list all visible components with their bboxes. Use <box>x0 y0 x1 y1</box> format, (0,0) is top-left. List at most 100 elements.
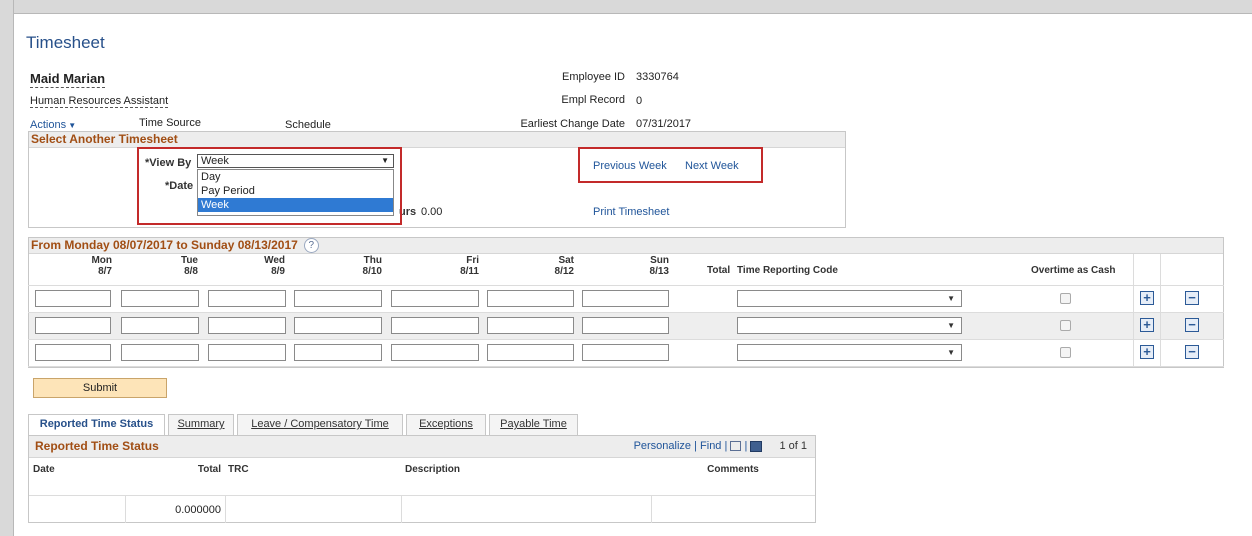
day-date: 8/12 <box>554 266 574 277</box>
day-name: Sat <box>558 255 574 266</box>
personalize-link[interactable]: Personalize <box>634 440 691 452</box>
day-name: Fri <box>466 255 479 266</box>
day-date: 8/9 <box>271 266 285 277</box>
hours-input-thu[interactable] <box>294 317 382 334</box>
col-header-date: Date <box>33 464 55 475</box>
grid-toolbar: Personalize | Find | | 1 of 1 <box>633 440 807 452</box>
hours-input-tue[interactable] <box>121 344 199 361</box>
col-header-description: Description <box>405 464 461 475</box>
day-name: Wed <box>264 255 285 266</box>
col-header-mon: Mon 8/7 <box>60 255 112 277</box>
help-icon[interactable]: ? <box>303 238 319 254</box>
week-range: From Monday 08/07/2017 to Sunday 08/13/2… <box>31 238 298 252</box>
add-row-button[interactable]: + <box>1140 318 1154 332</box>
dropdown-arrow-icon: ▼ <box>947 321 955 330</box>
col-header-total: Total <box>707 265 731 276</box>
actions-label: Actions <box>30 119 67 131</box>
view-all-icon[interactable] <box>730 441 742 452</box>
tab-summary[interactable]: Summary <box>168 414 234 435</box>
day-name: Mon <box>91 255 112 266</box>
col-header-trc: Time Reporting Code <box>737 265 838 276</box>
day-name: Sun <box>650 255 669 266</box>
delete-row-button[interactable]: − <box>1185 345 1199 359</box>
trc-select[interactable]: ▼ <box>737 317 962 334</box>
hours-input-fri[interactable] <box>391 344 479 361</box>
find-link[interactable]: Find <box>700 440 721 452</box>
tab-reported-time-status[interactable]: Reported Time Status <box>28 414 165 436</box>
hours-input-wed[interactable] <box>208 290 286 307</box>
hours-input-sat[interactable] <box>487 317 574 334</box>
hours-input-sat[interactable] <box>487 290 574 307</box>
tab-label: Exceptions <box>419 418 473 430</box>
download-icon[interactable] <box>750 440 763 452</box>
hours-input-fri[interactable] <box>391 317 479 334</box>
tab-payable-time[interactable]: Payable Time <box>489 414 578 435</box>
overtime-checkbox[interactable] <box>1060 320 1071 331</box>
hours-input-sun[interactable] <box>582 290 669 307</box>
chevron-down-icon: ▼ <box>66 121 77 130</box>
hours-input-thu[interactable] <box>294 290 382 307</box>
add-row-button[interactable]: + <box>1140 291 1154 305</box>
overtime-checkbox[interactable] <box>1060 347 1071 358</box>
select-timesheet-header: Select Another Timesheet <box>29 132 845 148</box>
page-title: Timesheet <box>26 33 105 52</box>
trc-select[interactable]: ▼ <box>737 344 962 361</box>
hours-input-sat[interactable] <box>487 344 574 361</box>
grid-divider <box>1133 254 1134 367</box>
highlight-week-nav <box>578 147 763 183</box>
grid-divider <box>651 496 652 523</box>
employee-id-value: 3330764 <box>636 71 679 83</box>
hours-input-fri[interactable] <box>391 290 479 307</box>
grid-divider <box>29 495 815 496</box>
window-frame-top <box>0 0 1252 14</box>
reported-status-grid: Reported Time Status Personalize | Find … <box>28 435 816 523</box>
col-header-total: Total <box>197 464 221 475</box>
hours-input-wed[interactable] <box>208 344 286 361</box>
delete-row-button[interactable]: − <box>1185 291 1199 305</box>
hours-input-mon[interactable] <box>35 317 111 334</box>
grid-divider <box>28 366 1224 367</box>
reported-status-header: Reported Time Status Personalize | Find … <box>29 436 815 458</box>
pagination: 1 of 1 <box>779 440 807 452</box>
grid-divider <box>401 496 402 523</box>
schedule-label: Schedule <box>285 119 331 131</box>
hours-input-mon[interactable] <box>35 344 111 361</box>
day-name: Thu <box>363 255 382 266</box>
add-row-button[interactable]: + <box>1140 345 1154 359</box>
grid-divider <box>1160 254 1161 367</box>
job-title[interactable]: Human Resources Assistant <box>30 95 169 108</box>
hours-input-mon[interactable] <box>35 290 111 307</box>
hours-input-tue[interactable] <box>121 290 199 307</box>
print-timesheet-link[interactable]: Print Timesheet <box>593 206 669 218</box>
hours-input-tue[interactable] <box>121 317 199 334</box>
col-header-wed: Wed 8/9 <box>233 255 285 277</box>
row-total: 0.000000 <box>175 504 221 516</box>
hours-input-sun[interactable] <box>582 317 669 334</box>
tab-leave-compensatory[interactable]: Leave / Compensatory Time <box>237 414 403 435</box>
tab-label: Payable Time <box>500 418 567 430</box>
day-date: 8/10 <box>362 266 382 277</box>
submit-button[interactable]: Submit <box>33 378 167 398</box>
grid-divider <box>28 312 1224 313</box>
delete-row-button[interactable]: − <box>1185 318 1199 332</box>
col-header-fri: Fri 8/11 <box>427 255 479 277</box>
tab-label: Summary <box>177 418 225 430</box>
hours-input-sun[interactable] <box>582 344 669 361</box>
grid-divider <box>28 339 1224 340</box>
col-header-thu: Thu 8/10 <box>330 255 382 277</box>
employee-name[interactable]: Maid Marian <box>30 71 106 88</box>
dropdown-arrow-icon: ▼ <box>947 348 955 357</box>
overtime-checkbox[interactable] <box>1060 293 1071 304</box>
day-date: 8/8 <box>184 266 198 277</box>
reported-status-title: Reported Time Status <box>35 439 159 453</box>
trc-select[interactable]: ▼ <box>737 290 962 307</box>
hours-input-wed[interactable] <box>208 317 286 334</box>
tab-exceptions[interactable]: Exceptions <box>406 414 486 435</box>
employee-id-label: Employee ID <box>562 71 625 83</box>
col-header-sat: Sat 8/12 <box>522 255 574 277</box>
col-header-trc: TRC <box>228 464 249 475</box>
col-header-overtime: Overtime as Cash <box>1031 265 1116 276</box>
hours-input-thu[interactable] <box>294 344 382 361</box>
earliest-change-label: Earliest Change Date <box>520 118 625 130</box>
actions-menu[interactable]: Actions ▼ <box>30 119 76 131</box>
